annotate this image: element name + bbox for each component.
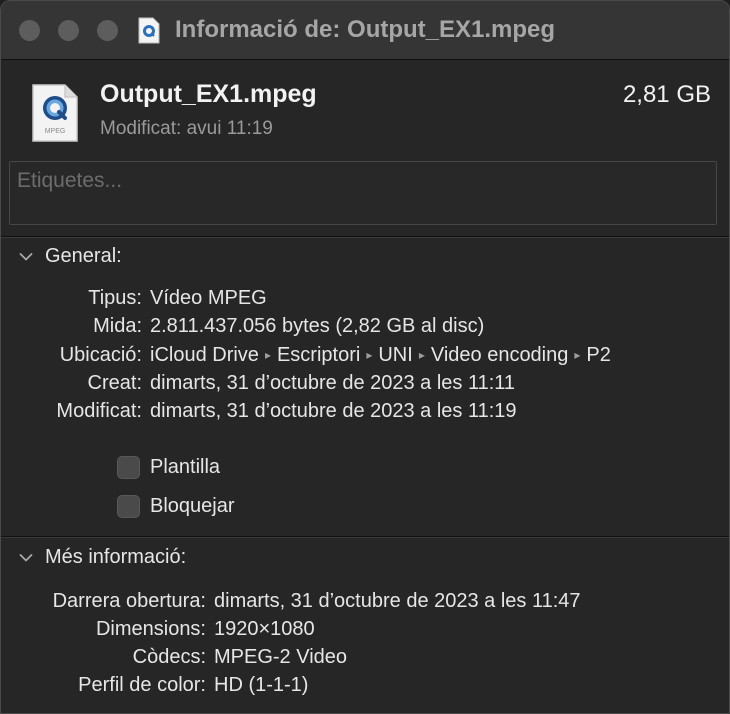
general-section-title: General:	[45, 245, 122, 267]
info-label: Dimensions:	[95, 618, 206, 640]
modified-summary: Modificat: avui 11:19	[100, 118, 273, 139]
file-name: Output_EX1.mpeg	[100, 80, 317, 108]
more-info-section-title: Més informació:	[45, 546, 187, 568]
minimize-window-button[interactable]	[58, 20, 79, 41]
file-icon-label: MPEG	[45, 128, 66, 135]
info-label: Perfil de color:	[78, 674, 206, 696]
info-value: dimarts, 31 d’octubre de 2023 a les 11:4…	[214, 590, 581, 612]
section-divider-highlight	[1, 237, 729, 238]
path-separator-icon: ▸	[366, 348, 373, 362]
general-section-toggle[interactable]: General:	[19, 245, 122, 268]
info-value: 1920×1080	[214, 618, 315, 640]
template-checkbox[interactable]: Plantilla	[117, 454, 220, 480]
info-row-location: Ubicació: iCloud Drive ▸ Escriptori ▸ UNI ▸ Vi…	[1, 344, 729, 372]
info-label: Darrera obertura:	[52, 590, 206, 612]
info-value: MPEG-2 Video	[214, 646, 348, 668]
chevron-down-icon	[19, 252, 33, 260]
tags-placeholder: Etiquetes...	[17, 169, 123, 192]
path-item: iCloud Drive	[150, 344, 259, 366]
info-value: HD (1-1-1)	[214, 674, 309, 696]
checkbox-label: Plantilla	[150, 455, 221, 478]
info-row-dimensions: Dimensions: 1920×1080	[1, 618, 729, 646]
info-row-created: Creat: dimarts, 31 d’octubre de 2023 a l…	[1, 372, 729, 400]
location-path: iCloud Drive ▸ Escriptori ▸ UNI ▸ Video encodi…	[150, 344, 611, 367]
info-row-modified: Modificat: dimarts, 31 d’octubre de 2023…	[1, 400, 729, 428]
info-value: Vídeo MPEG	[150, 287, 267, 309]
mpeg-file-icon: MPEG	[32, 84, 78, 142]
chevron-down-icon	[19, 553, 33, 561]
info-label: Mida:	[93, 315, 142, 337]
info-row-last-opened: Darrera obertura: dimarts, 31 d’octubre …	[1, 590, 729, 618]
path-item: UNI	[378, 344, 413, 366]
path-separator-icon: ▸	[264, 348, 271, 362]
info-label: Tipus:	[88, 287, 142, 309]
quicktime-file-icon	[138, 17, 160, 44]
more-info-section-toggle[interactable]: Més informació:	[19, 546, 186, 569]
info-value: dimarts, 31 d’octubre de 2023 a les 11:1…	[150, 400, 517, 422]
zoom-window-button[interactable]	[97, 20, 118, 41]
window-title: Informació de: Output_EX1.mpeg	[175, 16, 556, 43]
close-window-button[interactable]	[19, 20, 40, 41]
checkbox-box[interactable]	[117, 455, 140, 479]
info-label: Creat:	[87, 372, 142, 394]
info-label: Modificat:	[56, 400, 142, 422]
tags-field[interactable]: Etiquetes...	[9, 161, 717, 225]
info-label: Ubicació:	[59, 344, 142, 366]
info-row-size: Mida: 2.811.437.056 bytes (2,82 GB al di…	[1, 315, 729, 343]
path-item: P2	[586, 344, 611, 366]
info-value: 2.811.437.056 bytes (2,82 GB al disc)	[150, 315, 485, 337]
section-divider-highlight	[1, 537, 729, 538]
path-separator-icon: ▸	[418, 348, 425, 362]
file-size: 2,81 GB	[622, 81, 711, 108]
path-item: Video encoding	[430, 344, 569, 366]
checkbox-box[interactable]	[117, 494, 140, 518]
title-bar: Informació de: Output_EX1.mpeg	[1, 1, 729, 60]
path-item: Escriptori	[276, 344, 361, 366]
info-label: Còdecs:	[132, 646, 206, 668]
checkbox-label: Bloquejar	[150, 494, 235, 517]
info-row-codecs: Còdecs: MPEG-2 Video	[1, 646, 729, 674]
path-separator-icon: ▸	[574, 348, 581, 362]
info-window: Informació de: Output_EX1.mpeg MPEG Outp…	[0, 0, 730, 714]
info-value: dimarts, 31 d’octubre de 2023 a les 11:1…	[150, 372, 516, 394]
lock-checkbox[interactable]: Bloquejar	[117, 493, 235, 519]
info-row-color-profile: Perfil de color: HD (1-1-1)	[1, 674, 729, 702]
info-row-type: Tipus: Vídeo MPEG	[1, 287, 729, 315]
